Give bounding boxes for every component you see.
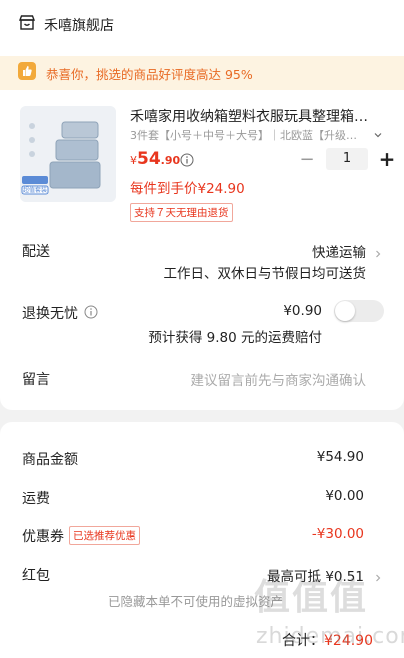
toggle-knob [335, 301, 355, 321]
return-insurance-toggle[interactable] [334, 300, 384, 322]
shop-header[interactable]: 禾嘻旗舰店 [18, 14, 114, 36]
return-insurance-label: 退换无忧 [22, 306, 78, 322]
order-total: 合计：¥24.90 [282, 630, 373, 650]
shipping-label: 配送 [22, 244, 50, 260]
shipping-method[interactable]: 快递运输 [312, 241, 366, 261]
quantity-increase-button[interactable]: + [376, 147, 398, 171]
coupon-label: 优惠券 [22, 529, 64, 545]
thumbnail-label: 超值套装 [23, 186, 47, 194]
goods-amount-label: 商品金额 [22, 452, 78, 468]
quantity-input[interactable]: 1 [326, 148, 368, 170]
hidden-assets-note[interactable]: 已隐藏本单不可使用的虚拟资产 [108, 591, 283, 610]
price-decimal: .90 [160, 154, 181, 167]
price-integer: 54 [137, 149, 161, 169]
chevron-down-icon[interactable] [373, 125, 383, 144]
product-price: ¥ 54 .90 [130, 149, 180, 169]
product-thumbnail[interactable]: 超值套装 [20, 106, 116, 202]
red-packet-value[interactable]: 最高可抵 ¥0.51 [267, 565, 364, 585]
thumbs-up-icon [18, 62, 36, 84]
total-value: ¥24.90 [324, 633, 373, 649]
quantity-decrease-button[interactable]: − [296, 148, 318, 170]
goods-amount-value: ¥54.90 [316, 449, 364, 465]
freight-value: ¥0.00 [325, 488, 364, 504]
info-icon[interactable] [180, 152, 194, 171]
quantity-stepper: − 1 + [296, 147, 398, 171]
chevron-right-icon[interactable] [373, 244, 383, 258]
product-spec[interactable]: 3件套【小号＋中号＋大号】｜北欧蓝【升级加厚款】 [130, 127, 364, 143]
shop-name: 禾嘻旗舰店 [44, 18, 114, 34]
shipping-note: 工作日、双休日与节假日均可送货 [163, 266, 367, 282]
coupon-tag: 已选推荐优惠 [69, 526, 140, 545]
order-shop-card: 禾嘻旗舰店 恭喜你，挑选的商品好评度高达 95% 超值套装 禾嘻家用收纳箱塑料衣… [0, 0, 404, 410]
return-policy-badge: 支持７天无理由退货 [130, 203, 233, 222]
total-label: 合计： [282, 633, 324, 649]
chevron-right-icon[interactable] [373, 568, 383, 582]
return-insurance-note: 预计获得 9.80 元的运费赔付 [148, 326, 322, 346]
rating-banner-text: 恭喜你，挑选的商品好评度高达 95% [46, 66, 253, 82]
coupon-value[interactable]: -¥30.00 [312, 526, 364, 542]
freight-label: 运费 [22, 491, 50, 507]
red-packet-label: 红包 [22, 568, 50, 584]
product-title[interactable]: 禾嘻家用收纳箱塑料衣服玩具整理箱… [130, 106, 374, 126]
info-icon[interactable] [84, 304, 98, 323]
message-label: 留言 [22, 372, 50, 388]
price-symbol: ¥ [130, 154, 137, 167]
return-insurance-price: ¥0.90 [283, 303, 322, 319]
shop-icon [18, 14, 36, 36]
message-input[interactable]: 建议留言前先与商家沟通确认 [191, 369, 367, 389]
note-amount: 9.80 [206, 330, 237, 346]
note-suffix: 元的运费赔付 [241, 330, 322, 346]
rating-banner: 恭喜你，挑选的商品好评度高达 95% [0, 56, 404, 90]
note-prefix: 预计获得 [148, 330, 203, 346]
unit-price: 每件到手价¥24.90 [130, 181, 245, 197]
